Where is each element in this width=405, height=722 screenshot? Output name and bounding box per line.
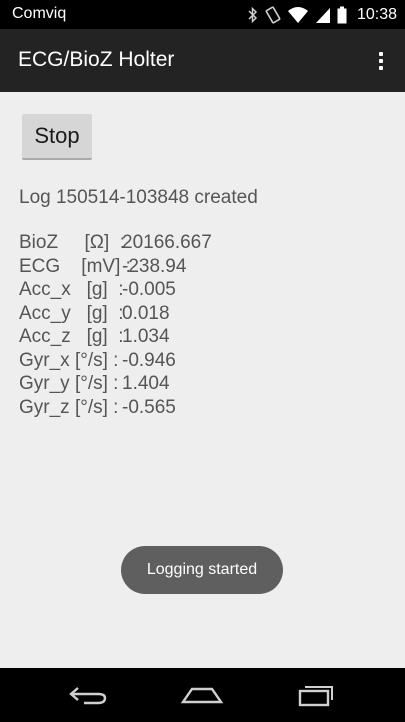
reading-gyr-y: Gyr_y [°/s] : 1.404 — [19, 372, 212, 396]
reading-label: Gyr_z [°/s] : — [19, 396, 124, 418]
status-icons: 10:38 — [247, 4, 397, 26]
clock: 10:38 — [356, 6, 397, 23]
toast-message: Logging started — [121, 546, 283, 594]
wifi-icon — [287, 6, 309, 24]
app-title: ECG/BioZ Holter — [18, 48, 175, 71]
action-bar: ECG/BioZ Holter — [0, 29, 405, 92]
reading-value: 1.404 — [122, 373, 170, 394]
overflow-menu-icon[interactable] — [371, 48, 391, 74]
reading-label: Gyr_y [°/s] : — [19, 373, 124, 394]
home-icon[interactable] — [172, 680, 232, 710]
reading-label: Gyr_x [°/s] : — [19, 349, 124, 371]
main-content: Stop Log 150514-103848 created BioZ [Ω] … — [0, 92, 405, 668]
reading-acc-y: Acc_y [g] : 0.018 — [19, 302, 212, 326]
reading-value: -0.946 — [122, 349, 176, 371]
reading-label: ECG [mV] : — [19, 255, 137, 277]
reading-value: -238.94 — [122, 255, 187, 277]
bluetooth-icon — [247, 6, 259, 24]
reading-value: 0.018 — [122, 302, 170, 324]
reading-acc-x: Acc_x [g] : -0.005 — [19, 278, 212, 302]
reading-acc-z: Acc_z [g] : 1.034 — [19, 325, 212, 349]
signal-icon — [315, 6, 331, 24]
battery-icon — [337, 6, 347, 24]
reading-gyr-z: Gyr_z [°/s] : -0.565 — [19, 396, 212, 420]
recents-icon[interactable] — [286, 680, 346, 710]
reading-value: -0.565 — [122, 396, 176, 418]
carrier-name: Comviq — [12, 5, 67, 22]
reading-label: Acc_z [g] : — [19, 326, 129, 347]
rotation-icon — [265, 6, 281, 24]
reading-label: BioZ [Ω] : — [19, 232, 131, 253]
reading-label: Acc_x [g] : — [19, 279, 129, 300]
reading-label: Acc_y [g] : — [19, 302, 129, 324]
reading-ecg: ECG [mV] : -238.94 — [19, 255, 212, 279]
reading-gyr-x: Gyr_x [°/s] : -0.946 — [19, 349, 212, 373]
reading-bioz: BioZ [Ω] : 20166.667 — [19, 231, 212, 255]
reading-value: 1.034 — [122, 326, 170, 347]
status-bar: Comviq 10:38 — [0, 0, 405, 29]
sensor-readings: BioZ [Ω] : 20166.667 ECG [mV] : -238.94 … — [19, 231, 212, 419]
back-icon[interactable] — [58, 680, 118, 710]
stop-button[interactable]: Stop — [22, 114, 92, 160]
navigation-bar — [0, 668, 405, 722]
log-status-text: Log 150514-103848 created — [19, 187, 258, 208]
reading-value: -0.005 — [122, 279, 176, 300]
reading-value: 20166.667 — [122, 232, 212, 253]
